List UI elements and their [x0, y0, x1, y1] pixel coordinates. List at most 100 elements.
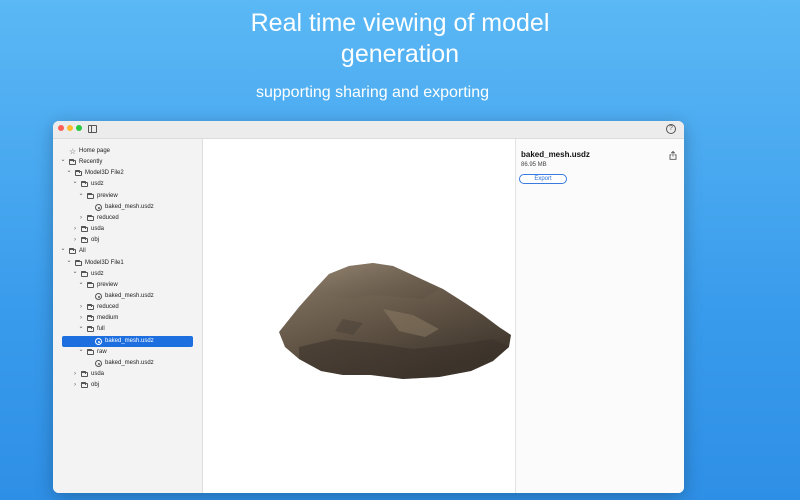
sidebar-item-label: reduced [97, 304, 119, 311]
folder-icon [69, 248, 76, 255]
sidebar-item-label: All [79, 248, 86, 255]
sidebar-item-label: preview [97, 281, 118, 288]
sidebar-item-label: Model3D File1 [85, 259, 124, 266]
file-name: baked_mesh.usdz [521, 150, 590, 159]
file-size: 86.95 MB [521, 162, 547, 168]
sidebar-file-item[interactable]: baked_mesh.usdz [53, 291, 203, 302]
folder-icon [81, 237, 88, 244]
chevron-down-icon[interactable]: ⌄ [78, 324, 84, 335]
headline-subtitle: supporting sharing and exporting [255, 84, 490, 101]
folder-icon [87, 304, 94, 311]
sidebar-folder-item[interactable]: ⌄ raw [53, 347, 203, 358]
sidebar-file-item[interactable]: baked_mesh.usdz [62, 335, 193, 347]
sidebar-item-label: usdz [91, 270, 104, 277]
chevron-down-icon[interactable]: ⌄ [66, 168, 72, 179]
share-icon[interactable] [669, 151, 677, 160]
sidebar-item-label: baked_mesh.usdz [105, 292, 154, 299]
chevron-right-icon[interactable]: › [78, 302, 84, 313]
app-window: ? ☆ Home page ⌄ Recently ⌄ Model3D File2 ⌄ usdz… [53, 121, 684, 493]
sidebar-folder-item[interactable]: › obj [53, 380, 203, 391]
star-icon: ☆ [69, 147, 77, 156]
sidebar-folder-item[interactable]: ⌄ preview [53, 280, 203, 291]
chevron-right-icon[interactable]: › [78, 213, 84, 224]
headline-line-1: Real time viewing of model [250, 9, 550, 37]
file-icon [95, 203, 102, 211]
export-button[interactable]: Export [519, 174, 567, 184]
sidebar-folder-item[interactable]: ⌄ Model3D File2 [53, 168, 203, 179]
sidebar-folder-item[interactable]: ⌄ All [53, 246, 203, 257]
chevron-down-icon[interactable]: ⌄ [66, 258, 72, 269]
sidebar-file-item[interactable]: baked_mesh.usdz [53, 202, 203, 213]
chevron-down-icon[interactable]: ⌄ [72, 179, 78, 190]
sidebar-item-label: Home page [79, 148, 111, 154]
folder-icon [87, 192, 94, 199]
folder-icon [87, 281, 94, 288]
sidebar-item-label: baked_mesh.usdz [105, 359, 154, 366]
sidebar-folder-item[interactable]: › usda [53, 369, 203, 380]
sidebar-item-label: baked_mesh.usdz [105, 203, 154, 210]
sidebar-folder-item[interactable]: ⌄ usdz [53, 179, 203, 190]
sidebar-item-label: Model3D File2 [85, 170, 124, 177]
sidebar-folder-item[interactable]: ⌄ full [53, 324, 203, 335]
sidebar-folder-item[interactable]: › obj [53, 235, 203, 246]
chevron-down-icon[interactable]: ⌄ [60, 157, 66, 168]
folder-icon [87, 214, 94, 221]
folder-icon [75, 259, 82, 266]
folder-icon [69, 159, 76, 166]
folder-icon [87, 315, 94, 322]
sidebar-folder-item[interactable]: ☆ Home page [53, 146, 203, 157]
folder-icon [87, 348, 94, 355]
folder-icon [75, 170, 82, 177]
headline-line-2: generation [340, 40, 460, 68]
sidebar-folder-item[interactable]: › medium [53, 313, 203, 324]
folder-icon [81, 382, 88, 389]
chevron-right-icon[interactable]: › [72, 235, 78, 246]
sidebar-item-label: obj [91, 382, 100, 389]
chevron-down-icon[interactable]: ⌄ [78, 191, 84, 202]
sidebar-toggle-icon[interactable] [88, 125, 97, 133]
chevron-right-icon[interactable]: › [72, 369, 78, 380]
folder-icon [81, 181, 88, 188]
chevron-right-icon[interactable]: › [72, 224, 78, 235]
zoom-window-button[interactable] [76, 125, 82, 131]
sidebar-folder-item[interactable]: › usda [53, 224, 203, 235]
sidebar-folder-item[interactable]: ⌄ usdz [53, 269, 203, 280]
file-icon [95, 359, 102, 367]
chevron-down-icon[interactable]: ⌄ [60, 246, 66, 257]
close-window-button[interactable] [58, 125, 64, 131]
minimize-window-button[interactable] [67, 125, 73, 131]
sidebar-item-label: usda [91, 226, 105, 233]
file-icon [95, 292, 102, 300]
sidebar-item-label: usdz [91, 181, 104, 188]
sidebar-item-label: obj [91, 237, 100, 244]
help-icon[interactable]: ? [666, 124, 676, 134]
chevron-down-icon[interactable]: ⌄ [78, 280, 84, 291]
sidebar-folder-item[interactable]: ⌄ Recently [53, 157, 203, 168]
sidebar-item-label: full [97, 326, 105, 333]
sidebar-file-item[interactable]: baked_mesh.usdz [53, 358, 203, 369]
chevron-right-icon[interactable]: › [72, 380, 78, 391]
sidebar-folder-item[interactable]: ⌄ preview [53, 191, 203, 202]
sidebar-item-label: reduced [97, 214, 119, 221]
file-icon [95, 337, 102, 345]
sidebar-item-label: medium [97, 315, 119, 322]
folder-icon [87, 326, 94, 333]
sidebar: ☆ Home page ⌄ Recently ⌄ Model3D File2 ⌄ usdz ⌄ p… [53, 139, 203, 493]
sidebar-item-label: baked_mesh.usdz [105, 337, 154, 344]
headline: Real time viewing of model generation [0, 8, 800, 70]
sidebar-folder-item[interactable]: › reduced [53, 213, 203, 224]
sidebar-folder-item[interactable]: › reduced [53, 302, 203, 313]
sidebar-item-label: Recently [79, 159, 103, 166]
chevron-right-icon[interactable]: › [78, 313, 84, 324]
model-viewport[interactable] [203, 139, 515, 493]
sidebar-folder-item[interactable]: ⌄ Model3D File1 [53, 258, 203, 269]
chevron-down-icon[interactable]: ⌄ [72, 269, 78, 280]
rock-model[interactable] [203, 139, 515, 493]
folder-icon [81, 226, 88, 233]
folder-icon [81, 371, 88, 377]
title-bar: ? [53, 121, 684, 139]
inspector-panel: baked_mesh.usdz 86.95 MB Export [515, 139, 684, 493]
chevron-down-icon[interactable]: ⌄ [78, 347, 84, 358]
folder-icon [81, 270, 88, 277]
sidebar-item-label: usda [91, 371, 105, 377]
